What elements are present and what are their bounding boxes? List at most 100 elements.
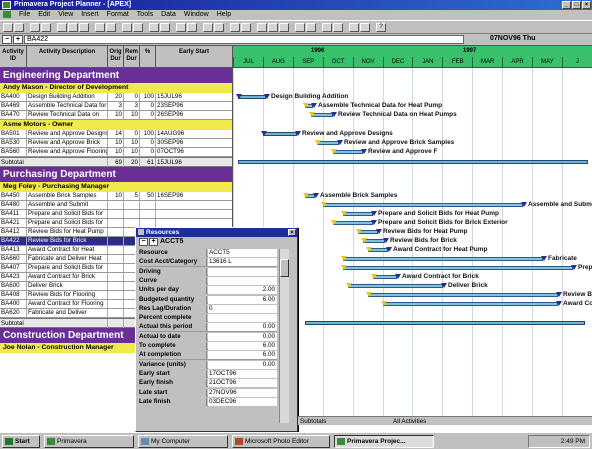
activity-row[interactable]: BA411 Prepare and Solicit Bids for xyxy=(0,210,232,219)
activity-row[interactable]: BA450 Assemble Brick Samples 10 5 50 16SEP96 xyxy=(0,192,232,201)
cell-rem[interactable] xyxy=(124,219,140,227)
menu-file[interactable]: File xyxy=(19,11,30,18)
resource-field-value[interactable]: 2.00 xyxy=(208,286,277,295)
organize-icon[interactable] xyxy=(333,23,343,32)
tab-subtotals[interactable]: Subtotals xyxy=(300,417,326,426)
cell-desc[interactable]: Review Technical Data on xyxy=(27,111,108,119)
cell-desc[interactable]: Prepare and Solicit Bids for xyxy=(27,219,108,227)
cell-desc[interactable]: Prepare and Solicit Bids for xyxy=(27,264,108,272)
cell-orig[interactable] xyxy=(108,210,124,218)
cell-orig[interactable]: 14 xyxy=(108,130,124,138)
cell-orig[interactable] xyxy=(108,273,124,281)
cell-rem[interactable] xyxy=(124,210,140,218)
cell-orig[interactable]: 3 xyxy=(108,102,124,110)
dialog-close-button[interactable]: × xyxy=(288,229,296,236)
cell-pct[interactable]: 0 xyxy=(140,111,156,119)
cell-desc[interactable]: Assemble Brick Samples xyxy=(27,192,108,200)
cell-desc[interactable]: Review and Approve Flooring xyxy=(27,148,108,156)
activity-row[interactable]: BA560 Review and Approve Flooring 10 10 0 07O… xyxy=(0,148,232,157)
col-orig-dur[interactable]: Orig Dur xyxy=(108,46,124,68)
cut-icon[interactable] xyxy=(57,23,67,32)
activity-row[interactable]: BA530 Review and Approve Brick 10 10 0 30SEP9… xyxy=(0,139,232,148)
filter-icon[interactable] xyxy=(95,23,105,32)
cell-pct[interactable]: 0 xyxy=(140,139,156,147)
menu-data[interactable]: Data xyxy=(161,11,176,18)
cell-id[interactable]: BA423 xyxy=(0,273,27,281)
cell-id[interactable]: BA560 xyxy=(0,148,27,156)
cell-start[interactable]: 16SEP96 xyxy=(156,192,232,200)
activity-bar[interactable] xyxy=(323,203,523,207)
copy-icon[interactable] xyxy=(68,23,78,32)
cell-desc[interactable]: Prepare and Solicit Bids for xyxy=(27,210,108,218)
subtotal-bar[interactable] xyxy=(238,160,588,164)
document-icon[interactable] xyxy=(3,10,11,18)
level-icon[interactable] xyxy=(160,23,170,32)
cell-desc[interactable]: Deliver Brick xyxy=(27,282,108,290)
activity-bar[interactable] xyxy=(238,95,266,99)
activity-bar[interactable] xyxy=(368,293,558,297)
cell-pct[interactable]: 0 xyxy=(140,148,156,156)
activity-bar[interactable] xyxy=(343,257,543,261)
cell-desc[interactable]: Award Contract for Brick xyxy=(27,273,108,281)
cell-pct[interactable]: 100 xyxy=(140,93,156,101)
format-icon[interactable] xyxy=(349,23,359,32)
cell-desc[interactable]: Assemble and Submit xyxy=(27,201,108,209)
taskbar-item-primavera[interactable]: Primavera xyxy=(44,435,134,448)
menu-insert[interactable]: Insert xyxy=(81,11,99,18)
cell-pct[interactable]: 100 xyxy=(140,130,156,138)
cell-id[interactable]: BA413 xyxy=(0,246,27,254)
print-icon[interactable] xyxy=(41,23,51,32)
cell-orig[interactable] xyxy=(108,228,124,236)
cell-orig[interactable] xyxy=(108,291,124,299)
resource-field-value[interactable]: 0 xyxy=(208,304,277,313)
cell-desc[interactable]: Assemble Technical Data for xyxy=(27,102,108,110)
save-icon[interactable] xyxy=(30,23,40,32)
col-activity-description[interactable]: Activity Description xyxy=(27,46,108,68)
activity-bar[interactable] xyxy=(263,132,297,136)
cell-id[interactable]: BA469 xyxy=(0,102,27,110)
layout-icon[interactable] xyxy=(322,23,332,32)
cell-orig[interactable] xyxy=(108,219,124,227)
cell-desc[interactable]: Award Contract for Flooring xyxy=(27,300,108,308)
cell-desc[interactable]: Review Bids for Heat Pump xyxy=(27,228,108,236)
cell-orig[interactable]: 20 xyxy=(108,93,124,101)
manager-header[interactable]: Asme Motors - Owner xyxy=(0,120,232,130)
report-icon[interactable] xyxy=(295,23,305,32)
resources-dialog-title-bar[interactable]: Resources × xyxy=(136,228,297,237)
new-icon[interactable] xyxy=(3,23,13,32)
resource-field-value[interactable]: 21OCT96 xyxy=(208,379,277,388)
window-title-bar[interactable]: Primavera Project Planner - [APEX] _ □ × xyxy=(0,0,592,10)
pert-icon[interactable] xyxy=(214,23,224,32)
unlink-icon[interactable] xyxy=(133,23,143,32)
activity-bar[interactable] xyxy=(383,302,558,306)
decrement-button[interactable]: − xyxy=(2,35,12,44)
cell-id[interactable]: BA422 xyxy=(0,237,27,245)
resource-field-value[interactable] xyxy=(208,267,277,276)
cell-rem[interactable]: 0 xyxy=(124,93,140,101)
tab-all-activities[interactable]: All Activities xyxy=(393,417,426,426)
resource-field-value[interactable]: 6.00 xyxy=(208,295,277,304)
increment-button[interactable]: + xyxy=(13,35,23,44)
close-button[interactable]: × xyxy=(582,1,591,9)
resource-field-value[interactable]: 17OCT96 xyxy=(208,369,277,378)
cell-start[interactable]: 26SEP96 xyxy=(156,111,232,119)
col-activity-id[interactable]: Activity ID xyxy=(0,46,27,68)
menu-help[interactable]: Help xyxy=(217,11,231,18)
dialog-icon[interactable] xyxy=(138,229,144,235)
cell-rem[interactable]: 10 xyxy=(124,111,140,119)
cell-pct[interactable] xyxy=(140,201,156,209)
cell-orig[interactable] xyxy=(108,264,124,272)
resource-field-value[interactable]: 03DEC96 xyxy=(208,397,277,406)
cell-orig[interactable] xyxy=(108,255,124,263)
cell-desc[interactable]: Review and Approve Brick xyxy=(27,139,108,147)
resource-field-value[interactable] xyxy=(208,276,277,285)
resource-field-value[interactable]: 13616 L xyxy=(208,258,277,267)
cell-orig[interactable] xyxy=(108,237,124,245)
cell-orig[interactable]: 10 xyxy=(108,148,124,156)
cell-pct[interactable] xyxy=(140,219,156,227)
filter-funnel-icon[interactable] xyxy=(306,23,316,32)
cell-desc[interactable]: Review Bids for Brick xyxy=(27,237,108,245)
resource-field-value[interactable]: 0.00 xyxy=(208,360,277,369)
taskbar-item-photo-editor[interactable]: Microsoft Photo Editor xyxy=(232,435,330,448)
cell-id[interactable]: BA620 xyxy=(0,309,27,317)
